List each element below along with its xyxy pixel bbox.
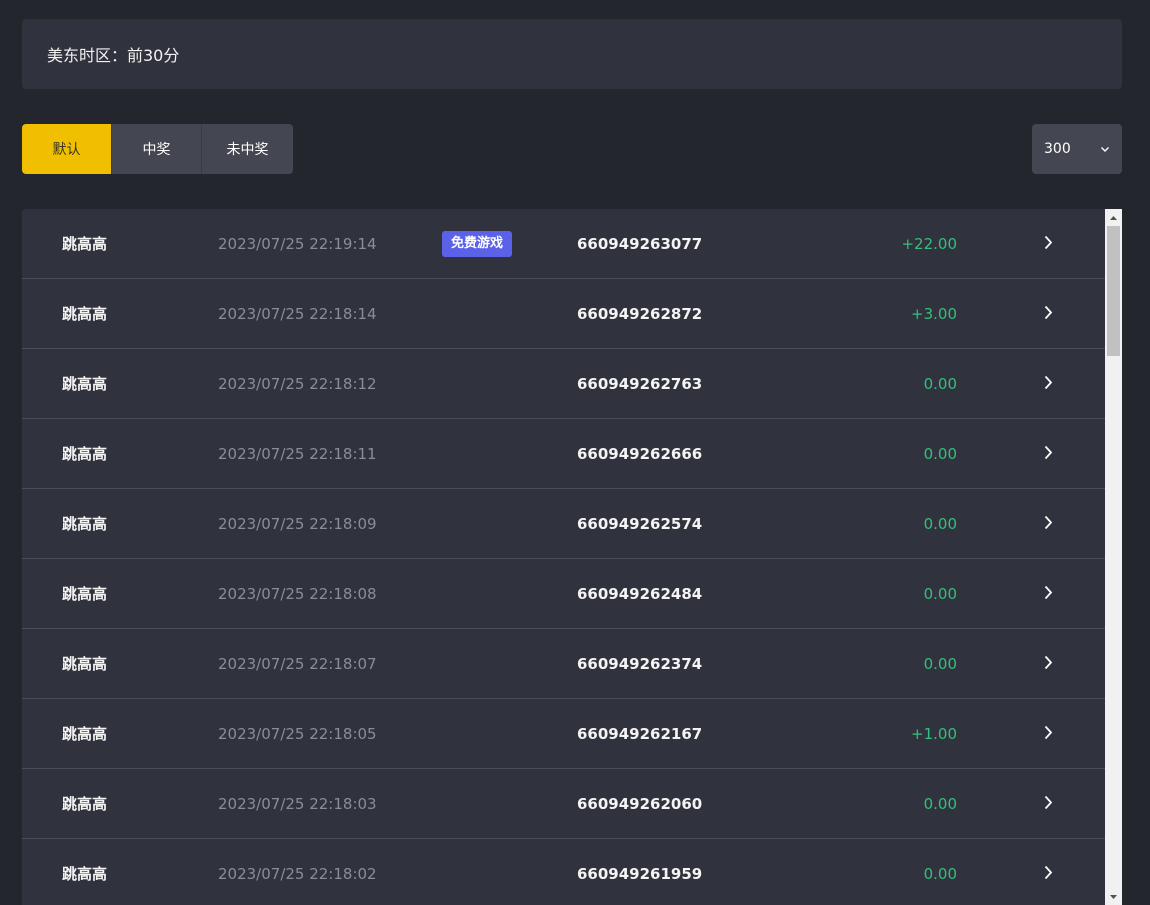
chevron-right-icon[interactable] <box>1044 725 1053 740</box>
result-filter-tabs: 默认 中奖 未中奖 <box>22 124 293 174</box>
record-row[interactable]: 跳高高 2023/07/25 22:18:05 660949262167 +1.00 <box>22 699 1105 769</box>
page-size-value: 300 <box>1044 141 1071 157</box>
chevron-right-icon[interactable] <box>1044 235 1053 250</box>
order-id: 660949262574 <box>577 515 703 533</box>
scrollbar-thumb[interactable] <box>1107 226 1120 356</box>
record-row[interactable]: 跳高高 2023/07/25 22:18:14 660949262872 +3.00 <box>22 279 1105 349</box>
game-name: 跳高高 <box>62 235 108 253</box>
order-id: 660949262167 <box>577 725 703 743</box>
page-size-select[interactable]: 300 <box>1032 124 1122 174</box>
chevron-down-icon <box>1100 144 1110 154</box>
chevron-right-icon[interactable] <box>1044 515 1053 530</box>
game-name: 跳高高 <box>62 515 108 533</box>
chevron-right-icon[interactable] <box>1044 375 1053 390</box>
record-time: 2023/07/25 22:18:05 <box>218 725 377 743</box>
game-name: 跳高高 <box>62 585 108 603</box>
record-row[interactable]: 跳高高 2023/07/25 22:18:07 660949262374 0.00 <box>22 629 1105 699</box>
win-amount: 0.00 <box>923 375 957 393</box>
order-id: 660949261959 <box>577 865 703 883</box>
chevron-right-icon[interactable] <box>1044 585 1053 600</box>
record-time: 2023/07/25 22:18:14 <box>218 305 377 323</box>
order-id: 660949262872 <box>577 305 703 323</box>
game-name: 跳高高 <box>62 305 108 323</box>
record-time: 2023/07/25 22:18:08 <box>218 585 377 603</box>
chevron-right-icon[interactable] <box>1044 305 1053 320</box>
record-time: 2023/07/25 22:18:07 <box>218 655 377 673</box>
record-row[interactable]: 跳高高 2023/07/25 22:18:02 660949261959 0.00 <box>22 839 1105 905</box>
win-amount: 0.00 <box>923 585 957 603</box>
timezone-label: 美东时区：前30分 <box>47 46 180 65</box>
record-time: 2023/07/25 22:18:03 <box>218 795 377 813</box>
filter-tab-not-won[interactable]: 未中奖 <box>202 124 293 174</box>
game-name: 跳高高 <box>62 655 108 673</box>
win-amount: 0.00 <box>923 445 957 463</box>
game-name: 跳高高 <box>62 375 108 393</box>
records-list: 跳高高 2023/07/25 22:19:14 免费游戏 660949263077 +2… <box>22 209 1105 905</box>
record-row[interactable]: 跳高高 2023/07/25 22:18:08 660949262484 0.00 <box>22 559 1105 629</box>
win-amount: 0.00 <box>923 655 957 673</box>
win-amount: +22.00 <box>901 235 957 253</box>
order-id: 660949262374 <box>577 655 703 673</box>
timezone-bar: 美东时区：前30分 <box>22 19 1122 89</box>
win-amount: +1.00 <box>911 725 957 743</box>
scrollbar[interactable] <box>1105 209 1122 905</box>
win-amount: 0.00 <box>923 795 957 813</box>
order-id: 660949263077 <box>577 235 703 253</box>
chevron-right-icon[interactable] <box>1044 445 1053 460</box>
filter-tab-default[interactable]: 默认 <box>22 124 112 174</box>
order-id: 660949262060 <box>577 795 703 813</box>
record-row[interactable]: 跳高高 2023/07/25 22:18:03 660949262060 0.00 <box>22 769 1105 839</box>
order-id: 660949262763 <box>577 375 703 393</box>
filter-tab-won[interactable]: 中奖 <box>112 124 202 174</box>
chevron-right-icon[interactable] <box>1044 795 1053 810</box>
record-row[interactable]: 跳高高 2023/07/25 22:19:14 免费游戏 660949263077 +2… <box>22 209 1105 279</box>
record-time: 2023/07/25 22:18:11 <box>218 445 377 463</box>
record-row[interactable]: 跳高高 2023/07/25 22:18:12 660949262763 0.00 <box>22 349 1105 419</box>
records-list-container: 跳高高 2023/07/25 22:19:14 免费游戏 660949263077 +2… <box>22 209 1122 905</box>
win-amount: +3.00 <box>911 305 957 323</box>
record-row[interactable]: 跳高高 2023/07/25 22:18:11 660949262666 0.00 <box>22 419 1105 489</box>
game-name: 跳高高 <box>62 795 108 813</box>
record-time: 2023/07/25 22:18:02 <box>218 865 377 883</box>
record-row[interactable]: 跳高高 2023/07/25 22:18:09 660949262574 0.00 <box>22 489 1105 559</box>
scroll-up-arrow-icon[interactable] <box>1105 209 1122 226</box>
scroll-down-arrow-icon[interactable] <box>1105 888 1122 905</box>
record-time: 2023/07/25 22:19:14 <box>218 235 377 253</box>
free-game-badge: 免费游戏 <box>442 231 513 257</box>
order-id: 660949262666 <box>577 445 703 463</box>
win-amount: 0.00 <box>923 515 957 533</box>
win-amount: 0.00 <box>923 865 957 883</box>
chevron-right-icon[interactable] <box>1044 655 1053 670</box>
game-name: 跳高高 <box>62 865 108 883</box>
order-id: 660949262484 <box>577 585 703 603</box>
game-name: 跳高高 <box>62 445 108 463</box>
record-time: 2023/07/25 22:18:12 <box>218 375 377 393</box>
game-name: 跳高高 <box>62 725 108 743</box>
chevron-right-icon[interactable] <box>1044 865 1053 880</box>
record-time: 2023/07/25 22:18:09 <box>218 515 377 533</box>
